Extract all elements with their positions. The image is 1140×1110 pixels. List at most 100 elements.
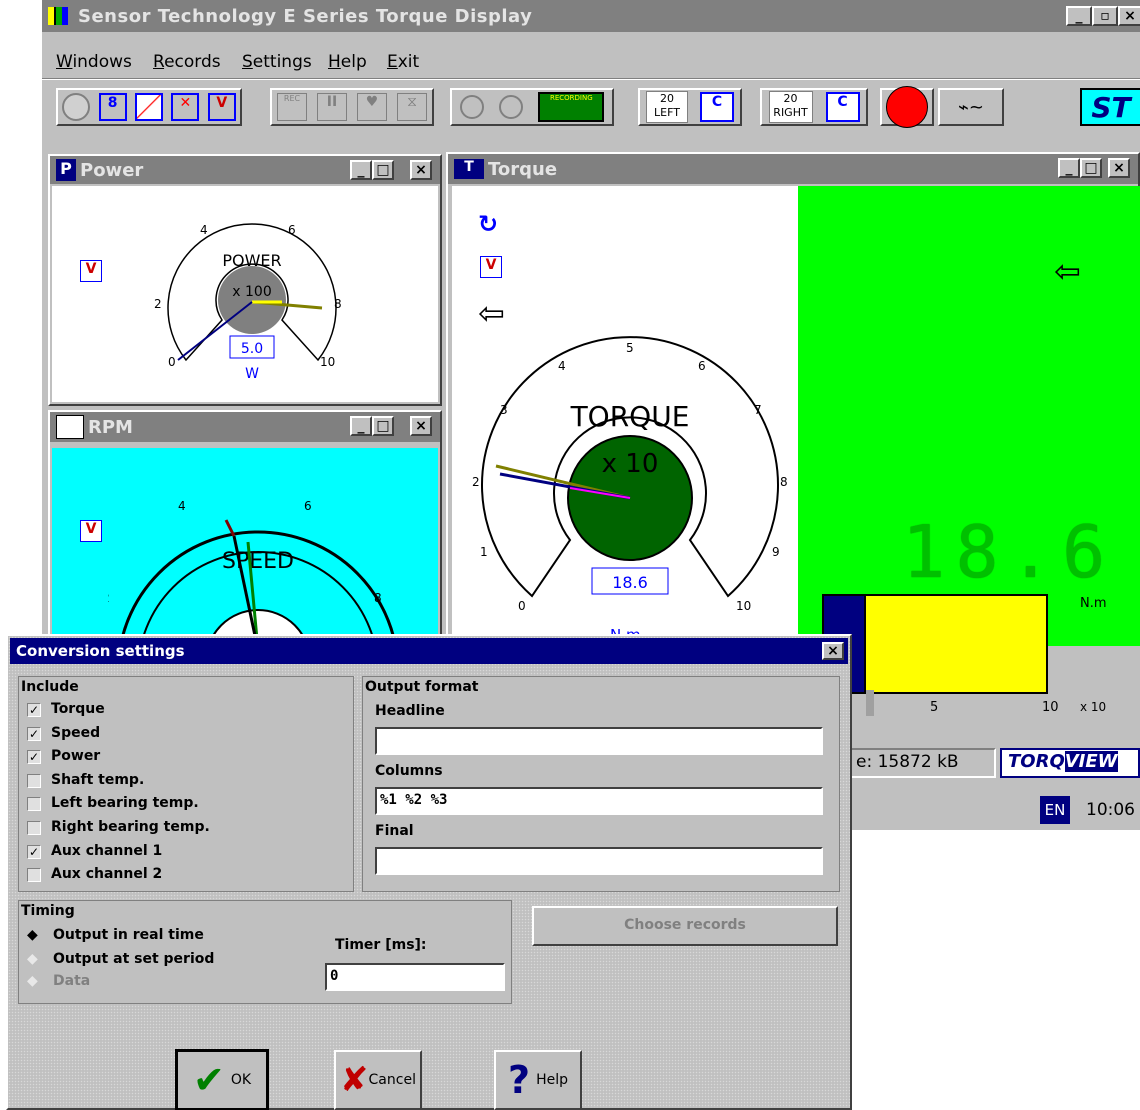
menu-help[interactable]: Help	[328, 52, 367, 72]
zero-icon[interactable]	[459, 95, 484, 119]
torque-minimize[interactable]: _	[1058, 158, 1080, 178]
pause-icon[interactable]: II	[317, 93, 347, 121]
final-input[interactable]	[375, 847, 823, 875]
power-tick-6: 6	[288, 223, 296, 237]
ok-label: OK	[230, 1072, 252, 1088]
digital-view-icon[interactable]: 8	[98, 93, 127, 121]
rpm-window: RPM _ □ × V SPEED 2 4 6 8	[48, 410, 442, 644]
v-logo-icon[interactable]: V	[207, 93, 236, 121]
menu-windows[interactable]: Windows	[56, 52, 132, 72]
question-icon: ?	[508, 1058, 531, 1102]
torque-digital-unit: N.m	[1080, 596, 1107, 611]
include-checkbox[interactable]: ✓	[27, 750, 41, 765]
include-checkbox[interactable]	[27, 821, 41, 835]
include-checkbox[interactable]: ✓	[27, 844, 41, 859]
restore-button[interactable]: ▫	[1092, 6, 1118, 26]
menu-settings[interactable]: Settings	[242, 52, 312, 72]
headline-label: Headline	[375, 703, 445, 719]
rpm-close[interactable]: ×	[410, 416, 432, 436]
torque-maximize[interactable]: □	[1080, 158, 1102, 178]
minimize-button[interactable]: _	[1066, 6, 1092, 26]
record-toggle[interactable]	[880, 86, 934, 128]
timing-set-period-label[interactable]: Output at set period	[53, 951, 214, 967]
include-checkbox[interactable]	[27, 797, 41, 812]
record-button-icon[interactable]: REC	[277, 93, 307, 121]
include-label[interactable]: Shaft temp.	[51, 772, 144, 788]
close-button[interactable]: ×	[1118, 6, 1140, 26]
power-minimize[interactable]: _	[350, 160, 372, 180]
radio-set-period[interactable]: ◆	[27, 951, 38, 967]
v-logo-icon: V	[480, 256, 502, 278]
power-close[interactable]: ×	[410, 160, 432, 180]
calibrate-left-icon[interactable]: C	[700, 92, 734, 122]
power-tick-4: 4	[200, 223, 208, 237]
brand-view: VIEW	[1064, 751, 1118, 772]
include-label[interactable]: Left bearing temp.	[51, 795, 199, 811]
gauge-view-icon[interactable]	[62, 93, 91, 121]
ok-button[interactable]: ✔ OK	[175, 1049, 269, 1110]
app-title: Sensor Technology E Series Torque Displa…	[78, 5, 533, 27]
include-label[interactable]: Right bearing temp.	[51, 819, 210, 835]
left-spin-value: 20	[660, 92, 674, 105]
include-checkbox[interactable]: ✓	[27, 703, 41, 717]
include-label[interactable]: Aux channel 1	[51, 843, 162, 859]
columns-input[interactable]: %1 %2 %3	[375, 787, 823, 815]
right-spin-box[interactable]: 20 RIGHT	[768, 91, 813, 123]
cancel-button[interactable]: ✘ Cancel	[334, 1050, 422, 1110]
torque-tick-5: 5	[626, 341, 634, 355]
cancel-label: Cancel	[368, 1072, 416, 1088]
app-icon	[48, 7, 68, 25]
include-label[interactable]: Aux channel 2	[51, 866, 162, 882]
stop-icon[interactable]	[498, 95, 523, 119]
radio-data: ◆	[27, 973, 38, 989]
recording-tape-icon[interactable]: RECORDING	[538, 92, 605, 122]
headline-input[interactable]	[375, 727, 823, 755]
radio-real-time[interactable]: ◆	[27, 927, 38, 943]
language-indicator[interactable]: EN	[1040, 796, 1070, 824]
playback-icon[interactable]: ⧖	[397, 93, 427, 121]
timer-input[interactable]: 0	[325, 963, 505, 991]
include-checkbox[interactable]	[27, 773, 41, 788]
timing-real-time-label[interactable]: Output in real time	[53, 927, 204, 943]
torque-digital-panel: ⇦ 18.6 N.m	[798, 186, 1140, 694]
rpm-panel: V SPEED 2 4 6 8	[52, 448, 438, 642]
torque-bar-frame	[822, 594, 1048, 694]
check-icon: ✔	[192, 1058, 225, 1102]
rpm-minimize[interactable]: _	[350, 416, 372, 436]
logo-button[interactable]: ST	[1080, 88, 1140, 126]
help-button[interactable]: ? Help	[494, 1050, 582, 1110]
torque-close[interactable]: ×	[1108, 158, 1130, 178]
graph-view-icon[interactable]	[134, 93, 163, 121]
right-spin-value: 20	[783, 92, 798, 105]
torque-tick-3: 3	[500, 403, 508, 417]
cross-view-icon[interactable]: ✕	[171, 93, 200, 121]
torque-window: T Torque _ □ × ↻ V ⇦ TORQUE x 10 0 1 2 3…	[446, 152, 1140, 694]
left-spin-box[interactable]: 20 LEFT	[646, 91, 688, 123]
torque-bar-tick-x10: x 10	[1080, 700, 1107, 714]
calibrate-right-icon[interactable]: C	[825, 92, 860, 122]
power-maximize[interactable]: □	[372, 160, 394, 180]
power-multiplier: x 100	[232, 284, 271, 300]
timing-header: Timing	[21, 903, 75, 919]
rpm-maximize[interactable]: □	[372, 416, 394, 436]
brand-torq: TORQ	[1008, 751, 1065, 772]
menu-exit[interactable]: Exit	[387, 52, 419, 72]
power-window-icon: P	[56, 159, 76, 181]
heart-icon[interactable]: ♥	[357, 93, 387, 121]
dialog-close-button[interactable]: ×	[822, 642, 844, 660]
connect-button[interactable]: ⌁~	[938, 88, 1004, 126]
include-label[interactable]: Torque	[51, 701, 105, 717]
include-label[interactable]: Speed	[51, 725, 100, 741]
include-label[interactable]: Power	[51, 748, 100, 764]
power-tick-2: 2	[154, 297, 162, 311]
power-window: P Power _ □ × V POWER x 100 0 2 4 6 8 10…	[48, 154, 442, 406]
menu-records[interactable]: Records	[153, 52, 221, 72]
power-gauge: POWER x 100 0 2 4 6 8 10 5.0 W	[154, 223, 342, 382]
include-checkbox[interactable]: ✓	[27, 726, 41, 741]
power-tick-8: 8	[334, 297, 342, 311]
main-titlebar: Sensor Technology E Series Torque Displa…	[42, 0, 1140, 32]
final-label: Final	[375, 823, 414, 839]
include-checkbox[interactable]	[27, 868, 41, 883]
choose-records-button[interactable]: Choose records	[532, 906, 838, 946]
torque-tick-7: 7	[754, 403, 762, 417]
